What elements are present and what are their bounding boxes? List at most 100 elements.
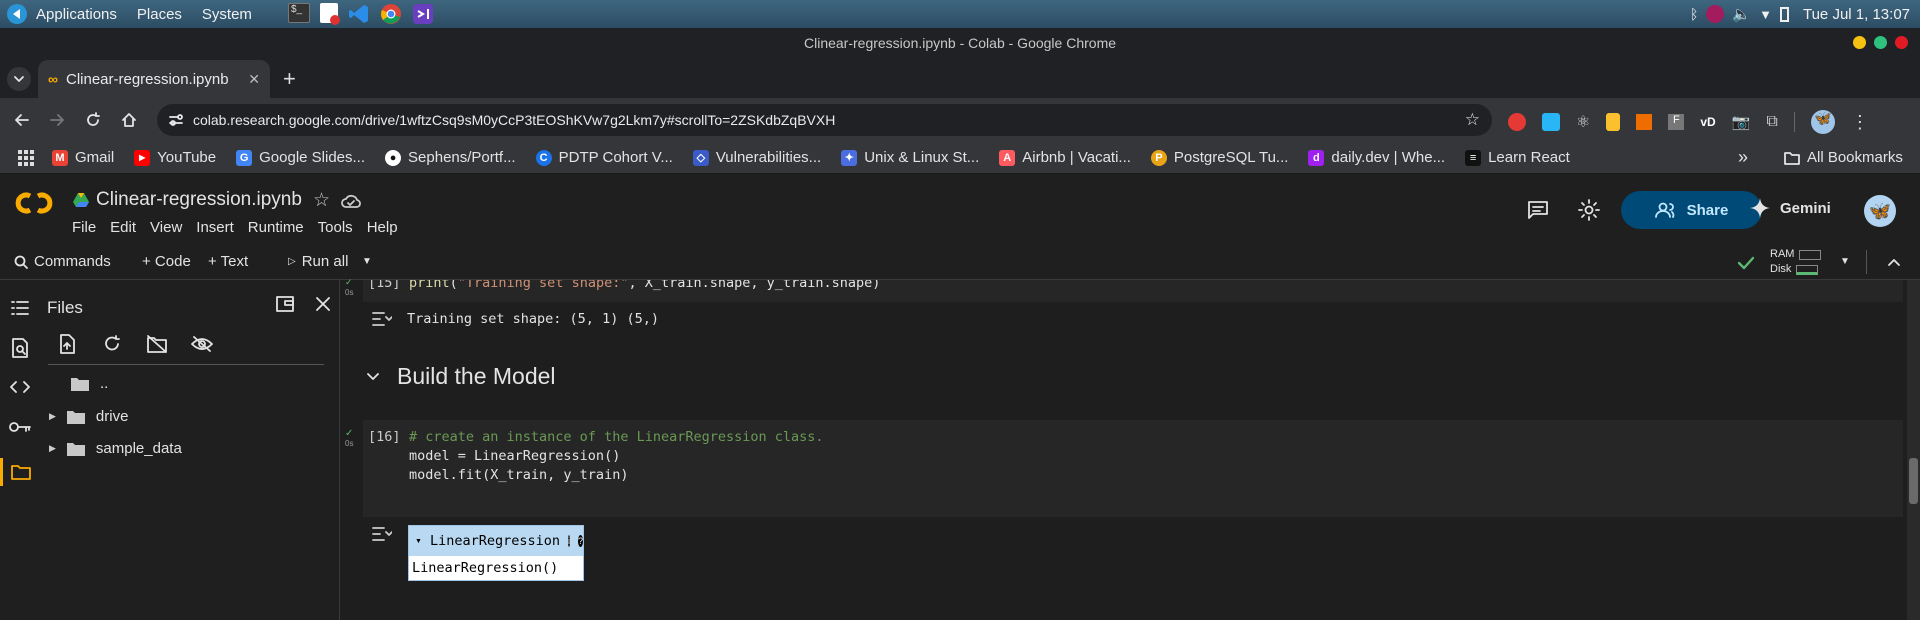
code-snippets-icon[interactable]: [10, 380, 30, 394]
add-text-button[interactable]: + Text: [208, 253, 248, 270]
bluetooth-icon[interactable]: ᛒ: [1690, 6, 1698, 22]
bookmark-daily-dev[interactable]: d daily.dev | Whe...: [1308, 149, 1445, 166]
star-icon[interactable]: ☆: [313, 189, 330, 212]
volume-icon[interactable]: 🔈: [1732, 5, 1751, 23]
estimator-widget[interactable]: ▼ LinearRegression i ? LinearRegression(…: [408, 525, 584, 581]
screenshot-extension-icon[interactable]: 📷: [1732, 113, 1751, 131]
help-icon[interactable]: ?: [577, 535, 583, 547]
output-options-icon[interactable]: [372, 525, 392, 543]
run-all-button[interactable]: ▷ Run all: [288, 253, 348, 270]
extension-6-icon[interactable]: vD: [1700, 115, 1715, 129]
resources-indicator[interactable]: RAM Disk: [1770, 247, 1822, 277]
colab-logo-icon[interactable]: [12, 190, 56, 216]
chrome-launcher-icon[interactable]: [380, 3, 402, 25]
text-editor-launcher-icon[interactable]: [319, 3, 340, 25]
extension-3-icon[interactable]: [1606, 113, 1621, 131]
tab-colab[interactable]: ∞ Clinear-regression.ipynb ✕: [38, 60, 270, 98]
table-of-contents-icon[interactable]: [11, 300, 29, 316]
maximize-button[interactable]: [1874, 36, 1887, 49]
minimize-button[interactable]: [1853, 36, 1866, 49]
scrollbar-thumb[interactable]: [1909, 458, 1918, 504]
os-logo-icon[interactable]: [6, 3, 28, 25]
expand-arrow-icon[interactable]: ▶: [49, 443, 56, 454]
close-panel-icon[interactable]: [316, 297, 330, 311]
bookmark-vulnerabilities[interactable]: ◇ Vulnerabilities...: [692, 149, 821, 166]
wifi-icon[interactable]: ▼: [1759, 7, 1772, 22]
menu-file[interactable]: File: [72, 219, 96, 236]
refresh-icon[interactable]: [103, 335, 121, 353]
os-menu-system[interactable]: System: [202, 6, 252, 23]
bookmark-youtube[interactable]: ▶ YouTube: [134, 149, 216, 166]
info-icon[interactable]: i: [567, 535, 570, 547]
vscode-launcher-icon[interactable]: [348, 3, 370, 25]
extension-1-icon[interactable]: [1508, 113, 1526, 131]
menu-insert[interactable]: Insert: [196, 219, 234, 236]
forward-icon[interactable]: [49, 112, 65, 128]
unmount-drive-icon[interactable]: [147, 335, 167, 353]
file-row-sample-data[interactable]: ▶ sample_data: [49, 440, 182, 457]
bookmark-google-slides[interactable]: G Google Slides...: [236, 149, 365, 166]
menu-tools[interactable]: Tools: [318, 219, 353, 236]
gemini-button[interactable]: Gemini: [1750, 198, 1831, 218]
bookmark-postgresql[interactable]: P PostgreSQL Tu...: [1150, 149, 1288, 166]
chrome-menu-icon[interactable]: ⋮: [1851, 112, 1869, 133]
settings-gear-icon[interactable]: [1578, 199, 1600, 221]
home-icon[interactable]: [121, 112, 137, 128]
share-button[interactable]: Share: [1621, 191, 1762, 229]
collapse-section-icon[interactable]: [367, 372, 379, 382]
app-tray-icon[interactable]: [1706, 5, 1725, 23]
code-cell-15[interactable]: [15] print("Training set shape:", X_trai…: [363, 280, 1903, 302]
bookmark-unix-linux[interactable]: ✦ Unix & Linux St...: [841, 149, 979, 166]
run-all-dropdown-icon[interactable]: ▼: [362, 256, 372, 267]
commands-button[interactable]: Commands: [14, 253, 111, 270]
extensions-puzzle-icon[interactable]: ⧉: [1766, 113, 1777, 131]
estimator-header[interactable]: ▼ LinearRegression i ?: [409, 526, 583, 556]
extension-4-icon[interactable]: [1636, 114, 1653, 130]
tab-search-button[interactable]: [7, 67, 31, 91]
resources-dropdown-icon[interactable]: ▼: [1840, 256, 1850, 267]
terminal-launcher-icon[interactable]: $_: [287, 3, 310, 23]
secrets-key-icon[interactable]: [9, 420, 31, 434]
code-cell-16[interactable]: [16] # create an instance of the LinearR…: [363, 420, 1903, 517]
comments-icon[interactable]: [1527, 200, 1549, 220]
visual-studio-launcher-icon[interactable]: [412, 3, 434, 25]
extension-5-icon[interactable]: F: [1668, 114, 1685, 130]
os-menu-places[interactable]: Places: [137, 6, 182, 23]
expand-arrow-icon[interactable]: ▶: [49, 411, 56, 422]
cloud-saved-icon[interactable]: [341, 193, 361, 209]
apps-grid-icon[interactable]: [18, 149, 34, 166]
open-in-tab-icon[interactable]: [276, 296, 294, 312]
account-avatar[interactable]: 🦋: [1864, 195, 1896, 227]
upload-file-icon[interactable]: [59, 334, 75, 354]
new-tab-button[interactable]: +: [283, 66, 296, 92]
add-code-button[interactable]: + Code: [142, 253, 191, 270]
menu-help[interactable]: Help: [367, 219, 398, 236]
file-row-parent[interactable]: ..: [70, 375, 108, 392]
more-bookmarks-icon[interactable]: »: [1738, 147, 1748, 168]
collapse-header-icon[interactable]: [1887, 257, 1901, 267]
omnibox[interactable]: colab.research.google.com/drive/1wftzCsq…: [157, 104, 1492, 136]
notebook-scrollbar[interactable]: [1907, 280, 1920, 620]
menu-view[interactable]: View: [150, 219, 182, 236]
extension-2-icon[interactable]: [1542, 113, 1560, 131]
bookmark-airbnb[interactable]: A Airbnb | Vacati...: [999, 149, 1131, 166]
bookmark-star-icon[interactable]: ☆: [1465, 110, 1480, 130]
back-icon[interactable]: [14, 112, 30, 128]
close-window-button[interactable]: [1895, 36, 1908, 49]
bookmark-learn-react[interactable]: ≡ Learn React: [1465, 149, 1570, 166]
reload-icon[interactable]: [85, 112, 101, 128]
os-clock[interactable]: Tue Jul 1, 13:07: [1803, 6, 1910, 23]
bookmark-github-portfolio[interactable]: ● Sephens/Portf...: [385, 149, 516, 166]
find-replace-icon[interactable]: [11, 338, 29, 358]
tab-close-icon[interactable]: ✕: [248, 71, 260, 88]
site-info-icon[interactable]: [168, 112, 184, 128]
menu-edit[interactable]: Edit: [110, 219, 136, 236]
os-menu-applications[interactable]: Applications: [36, 6, 117, 23]
bookmark-gmail[interactable]: M Gmail: [52, 149, 114, 166]
output-options-icon[interactable]: [372, 310, 392, 328]
profile-avatar[interactable]: 🦋: [1810, 110, 1835, 134]
extension-react-icon[interactable]: ⚛: [1576, 112, 1590, 132]
battery-icon[interactable]: [1779, 6, 1789, 22]
file-row-drive[interactable]: ▶ drive: [49, 408, 128, 425]
files-rail-button[interactable]: [0, 458, 40, 486]
